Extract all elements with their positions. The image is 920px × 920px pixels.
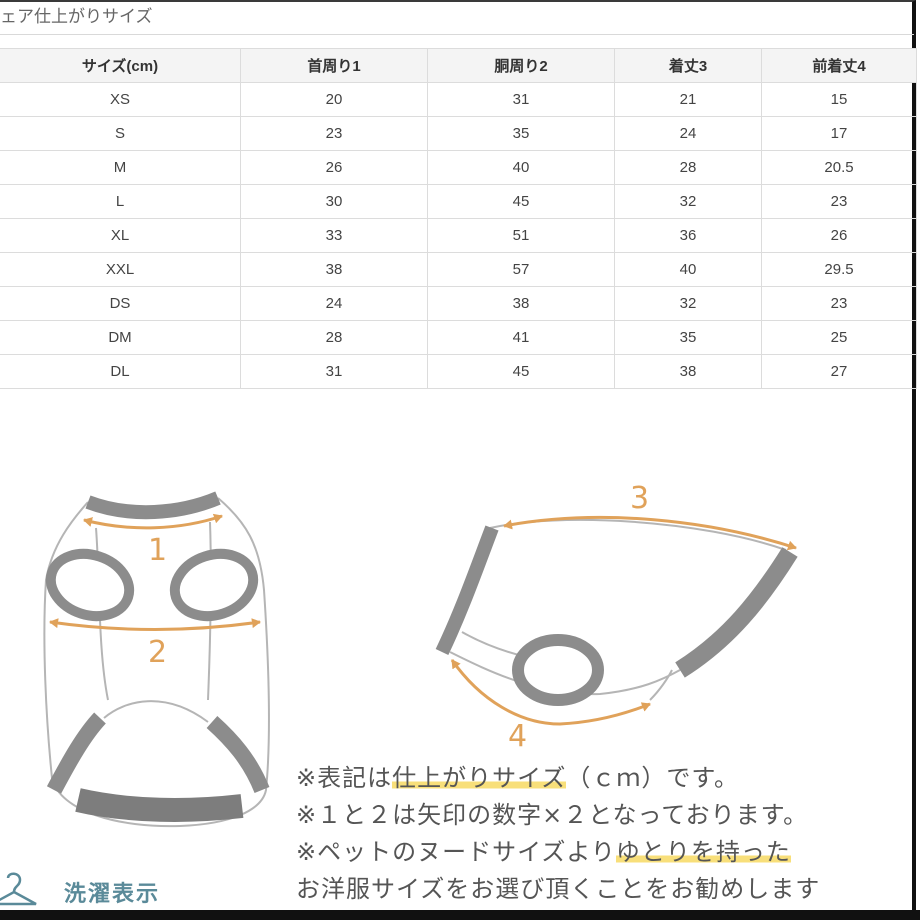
note-highlight: ゆとりを持った xyxy=(615,838,791,866)
measure-label-1: 1 xyxy=(148,533,167,568)
note-line-3: ※ペットのヌードサイズよりゆとりを持った xyxy=(296,834,920,871)
measure-label-3: 3 xyxy=(630,481,649,516)
side-back-band xyxy=(675,547,798,678)
front-leg-band-left xyxy=(46,712,106,794)
notes-block: ※表記は仕上がりサイズ（ｃｍ）です。 ※１と２は矢印の数字×２となっております。… xyxy=(296,760,920,908)
side-neck-band xyxy=(435,525,499,656)
measure-label-2: 2 xyxy=(148,635,167,670)
note-text: ※１と２は矢印の数字×２となっております。 xyxy=(296,801,809,829)
note-text: お洋服サイズをお選び頂くことをお勧めします xyxy=(296,875,821,903)
front-armhole-left xyxy=(45,548,135,622)
front-leg-band-right xyxy=(206,716,270,794)
note-text: （ｃｍ）です。 xyxy=(566,764,739,792)
side-leg-line xyxy=(649,669,673,701)
note-text: ※ペットのヌードサイズより xyxy=(296,838,616,866)
laundry-label: 洗濯表示 xyxy=(64,882,161,907)
note-line-2: ※１と２は矢印の数字×２となっております。 xyxy=(296,797,920,834)
laundry-section: 洗濯表示 xyxy=(0,872,200,910)
note-line-4: お洋服サイズをお選び頂くことをお勧めします xyxy=(296,871,920,908)
front-hem-curve xyxy=(103,700,209,723)
note-highlight: 仕上がりサイズ xyxy=(392,764,567,792)
note-text: ※表記は xyxy=(296,764,393,792)
side-armhole xyxy=(512,634,604,706)
measure-label-4: 4 xyxy=(508,719,527,754)
note-line-1: ※表記は仕上がりサイズ（ｃｍ）です。 xyxy=(296,760,920,797)
front-neck-band xyxy=(85,491,221,520)
length-arrow xyxy=(503,515,797,551)
chest-arrow xyxy=(49,618,261,631)
front-armhole-right xyxy=(169,548,259,622)
front-bottom-band xyxy=(75,788,244,822)
side-outline-top xyxy=(489,518,787,551)
side-view-garment xyxy=(435,518,798,706)
